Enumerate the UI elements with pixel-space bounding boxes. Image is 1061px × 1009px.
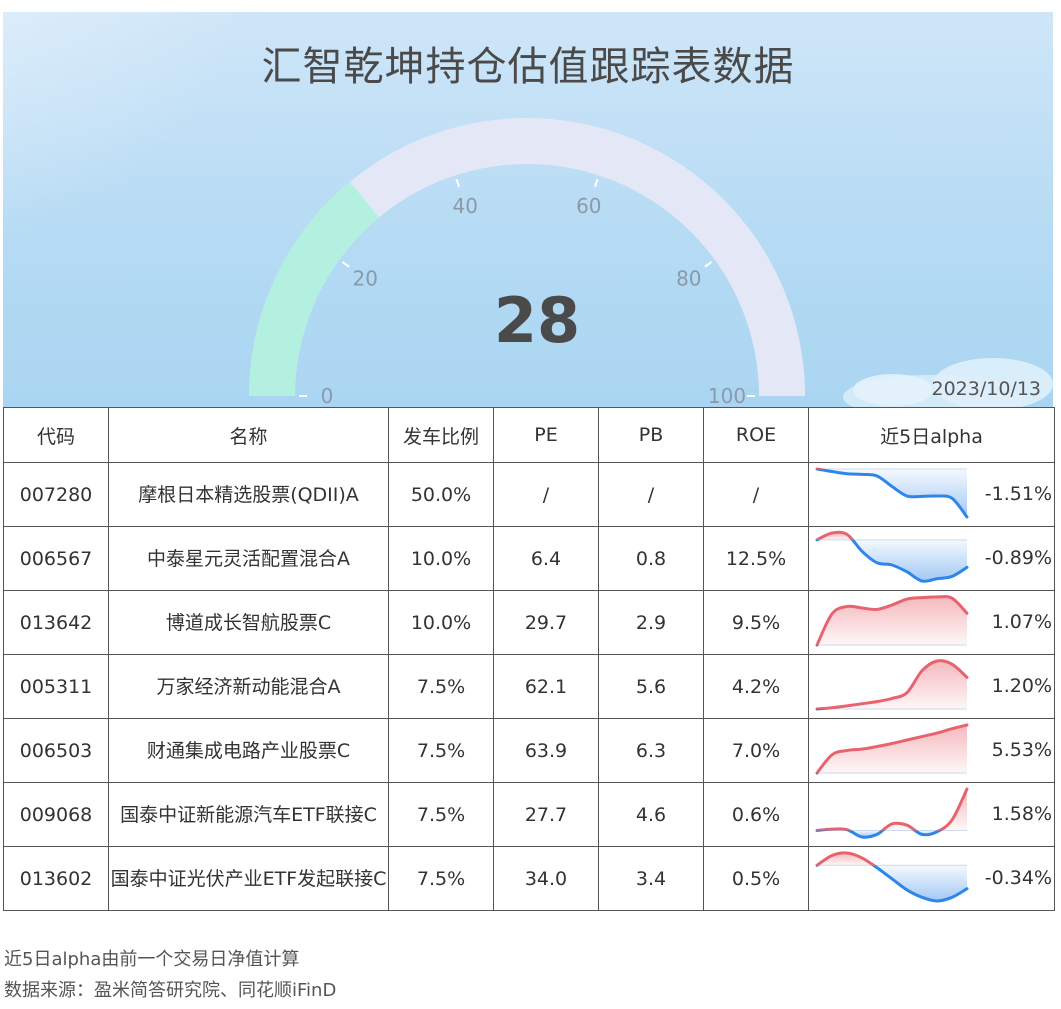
column-header: ROE — [703, 407, 809, 463]
cell-pe: 27.7 — [493, 782, 599, 847]
gauge-tick-label: 40 — [452, 194, 477, 218]
alpha-sparkline — [815, 851, 969, 903]
cell-name: 摩根日本精选股票(QDII)A — [108, 462, 389, 527]
table-row: 007280 摩根日本精选股票(QDII)A 50.0% / / / -1.51% — [3, 462, 1055, 527]
cell-alpha: -0.34% — [808, 846, 1055, 911]
cell-code: 013642 — [3, 590, 109, 655]
report-date: 2023/10/13 — [931, 378, 1041, 400]
cell-alpha: 1.07% — [808, 590, 1055, 655]
cell-pe: 6.4 — [493, 526, 599, 591]
table-row: 009068 国泰中证新能源汽车ETF联接C 7.5% 27.7 4.6 0.6% 1.58… — [3, 782, 1055, 847]
cell-name: 万家经济新动能混合A — [108, 654, 389, 719]
alpha-value: 1.07% — [991, 611, 1052, 633]
cell-ratio: 10.0% — [388, 526, 494, 591]
cell-ratio: 7.5% — [388, 718, 494, 783]
cell-pe: 34.0 — [493, 846, 599, 911]
cell-ratio: 7.5% — [388, 846, 494, 911]
cell-name: 国泰中证光伏产业ETF发起联接C — [108, 846, 389, 911]
cell-ratio: 7.5% — [388, 782, 494, 847]
footnote-source: 数据来源：盈米简答研究院、同花顺iFinD — [4, 980, 337, 1001]
gauge-tick-label: 100 — [708, 384, 746, 408]
alpha-sparkline — [815, 595, 969, 647]
cell-pe: 29.7 — [493, 590, 599, 655]
alpha-sparkline — [815, 659, 969, 711]
sparkline-area — [817, 660, 967, 709]
cell-pe: 62.1 — [493, 654, 599, 719]
alpha-value: 1.58% — [991, 803, 1052, 825]
header-banner: 汇智乾坤持仓估值跟踪表数据 0 20 40 60 80 100 28 2023/10/13 — [3, 12, 1053, 408]
cell-roe: 0.5% — [703, 846, 809, 911]
cell-roe: 12.5% — [703, 526, 809, 591]
cell-code: 006503 — [3, 718, 109, 783]
cell-pb: 3.4 — [598, 846, 704, 911]
gauge-chart: 0 20 40 60 80 100 28 — [249, 118, 805, 408]
cell-alpha: 1.58% — [808, 782, 1055, 847]
alpha-value: 5.53% — [991, 739, 1052, 761]
cell-pb: 6.3 — [598, 718, 704, 783]
gauge-tick — [594, 178, 599, 188]
sparkline-area — [817, 852, 967, 901]
alpha-sparkline — [815, 467, 969, 519]
table-header-row: 代码 名称 发车比例 PE PB ROE 近5日alpha — [3, 407, 1055, 463]
column-header: 名称 — [108, 407, 389, 463]
cell-alpha: -1.51% — [808, 462, 1055, 527]
cell-pb: 2.9 — [598, 590, 704, 655]
cell-code: 009068 — [3, 782, 109, 847]
table-row: 006567 中泰星元灵活配置混合A 10.0% 6.4 0.8 12.5% -0.89% — [3, 526, 1055, 591]
footnotes: 近5日alpha由前一个交易日净值计算 数据来源：盈米简答研究院、同花顺iFin… — [4, 944, 336, 1006]
cell-name: 财通集成电路产业股票C — [108, 718, 389, 783]
column-header: 近5日alpha — [808, 407, 1055, 463]
cell-pe: / — [493, 462, 599, 527]
gauge-tick-label: 80 — [676, 266, 701, 290]
holdings-table: 代码 名称 发车比例 PE PB ROE 近5日alpha 007280 摩根日本精选股票(Q… — [3, 407, 1055, 911]
gauge-tick — [341, 261, 350, 268]
alpha-sparkline — [815, 723, 969, 775]
cell-code: 007280 — [3, 462, 109, 527]
cell-roe: 9.5% — [703, 590, 809, 655]
cell-code: 006567 — [3, 526, 109, 591]
gauge-tick — [704, 261, 713, 268]
cell-roe: 0.6% — [703, 782, 809, 847]
alpha-sparkline — [815, 530, 969, 583]
cell-code: 005311 — [3, 654, 109, 719]
cell-ratio: 7.5% — [388, 654, 494, 719]
cell-pb: 0.8 — [598, 526, 704, 591]
table-row: 005311 万家经济新动能混合A 7.5% 62.1 5.6 4.2% 1.20% — [3, 654, 1055, 719]
cell-name: 博道成长智航股票C — [108, 590, 389, 655]
sparkline-area — [817, 469, 967, 517]
cell-code: 013602 — [3, 846, 109, 911]
column-header: 代码 — [3, 407, 109, 463]
alpha-value: -0.34% — [984, 867, 1052, 889]
table-row: 006503 财通集成电路产业股票C 7.5% 63.9 6.3 7.0% 5.53% — [3, 718, 1055, 783]
cell-alpha: 5.53% — [808, 718, 1055, 783]
gauge-tick-label: 60 — [576, 194, 601, 218]
gauge-tick-label: 20 — [352, 266, 377, 290]
cell-name: 国泰中证新能源汽车ETF联接C — [108, 782, 389, 847]
cell-alpha: 1.20% — [808, 654, 1055, 719]
alpha-sparkline — [815, 787, 969, 839]
gauge-tick — [455, 178, 460, 188]
cell-name: 中泰星元灵活配置混合A — [108, 526, 389, 591]
cell-pb: / — [598, 462, 704, 527]
cell-pb: 5.6 — [598, 654, 704, 719]
cell-pb: 4.6 — [598, 782, 704, 847]
column-header: PB — [598, 407, 704, 463]
cell-alpha: -0.89% — [808, 526, 1055, 591]
cell-ratio: 50.0% — [388, 462, 494, 527]
cell-pe: 63.9 — [493, 718, 599, 783]
column-header: 发车比例 — [388, 407, 494, 463]
column-header: PE — [493, 407, 599, 463]
alpha-value: 1.20% — [991, 675, 1052, 697]
footnote-alpha: 近5日alpha由前一个交易日净值计算 — [4, 949, 300, 970]
alpha-value: -1.51% — [984, 483, 1052, 505]
alpha-value: -0.89% — [984, 547, 1052, 569]
gauge-tick-label: 0 — [321, 384, 334, 408]
cell-roe: 7.0% — [703, 718, 809, 783]
table-row: 013642 博道成长智航股票C 10.0% 29.7 2.9 9.5% 1.07% — [3, 590, 1055, 655]
cell-roe: 4.2% — [703, 654, 809, 719]
cell-ratio: 10.0% — [388, 590, 494, 655]
table-row: 013602 国泰中证光伏产业ETF发起联接C 7.5% 34.0 3.4 0.5% -0.… — [3, 846, 1055, 911]
gauge-value: 28 — [494, 284, 580, 357]
cell-roe: / — [703, 462, 809, 527]
